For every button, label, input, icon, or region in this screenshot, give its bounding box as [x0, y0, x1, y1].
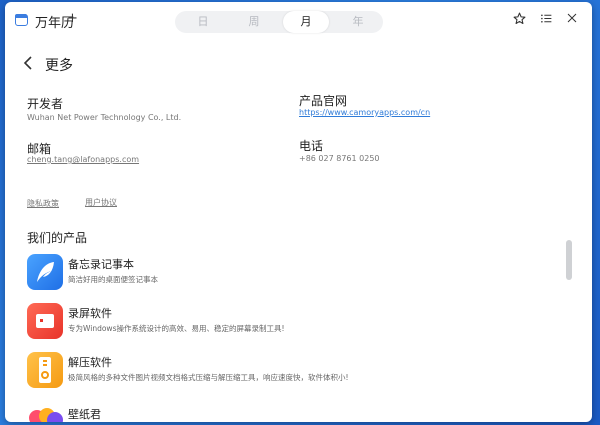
star-icon[interactable]: [511, 12, 527, 28]
product-name: 备忘录记事本: [68, 258, 134, 271]
website-label: 产品官网: [299, 94, 348, 108]
phone-label: 电话: [299, 139, 324, 153]
email-link[interactable]: cheng.tang@lafonapps.com: [27, 155, 139, 164]
website-link[interactable]: https://www.camoryapps.com/cn: [299, 108, 430, 117]
products-section-title: 我们的产品: [27, 231, 88, 245]
close-icon[interactable]: [564, 12, 580, 28]
list-icon[interactable]: [538, 12, 554, 28]
title-bar: 万年历 + 日 周 月 年: [5, 2, 592, 40]
developer-label: 开发者: [27, 97, 64, 111]
product-item-wallpaper[interactable]: 壁纸君: [27, 404, 547, 422]
product-name: 壁纸君: [68, 408, 101, 421]
tab-month[interactable]: 月: [283, 11, 329, 33]
back-arrow-icon[interactable]: [23, 55, 35, 71]
product-item-recorder[interactable]: 录屏软件 专为Windows操作系统设计的高效、易用、稳定的屏幕录制工具!: [27, 303, 547, 343]
tab-day[interactable]: 日: [180, 11, 226, 33]
page-title: 更多: [45, 58, 73, 74]
wallpaper-icon: [27, 404, 63, 422]
tab-year[interactable]: 年: [335, 11, 381, 33]
tab-week[interactable]: 周: [231, 11, 277, 33]
privacy-policy-link[interactable]: 隐私政策: [27, 198, 59, 209]
product-name: 解压软件: [68, 356, 112, 369]
app-window: 万年历 + 日 周 月 年 更多 开发者 Wuhan Net Power Tec…: [5, 2, 592, 422]
product-desc: 极简风格的多种文件图片视频文档格式压缩与解压缩工具，响应速度快，软件体积小!: [68, 373, 349, 382]
product-desc: 简洁好用的桌面便签记事本: [68, 275, 158, 284]
product-item-memo[interactable]: 备忘录记事本 简洁好用的桌面便签记事本: [27, 254, 547, 294]
phone-value: +86 027 8761 0250: [299, 154, 380, 163]
view-switcher: 日 周 月 年: [175, 11, 383, 33]
product-item-unzip[interactable]: 解压软件 极简风格的多种文件图片视频文档格式压缩与解压缩工具，响应速度快，软件体…: [27, 352, 547, 392]
user-agreement-link[interactable]: 用户协议: [85, 197, 117, 208]
product-desc: 专为Windows操作系统设计的高效、易用、稳定的屏幕录制工具!: [68, 324, 285, 333]
feather-icon: [27, 254, 63, 290]
developer-value: Wuhan Net Power Technology Co., Ltd.: [27, 113, 182, 122]
zip-icon: [27, 352, 63, 388]
calendar-app-icon: [15, 14, 28, 26]
scrollbar[interactable]: [566, 240, 572, 280]
product-name: 录屏软件: [68, 307, 112, 320]
add-button[interactable]: +: [67, 11, 78, 26]
record-icon: [27, 303, 63, 339]
